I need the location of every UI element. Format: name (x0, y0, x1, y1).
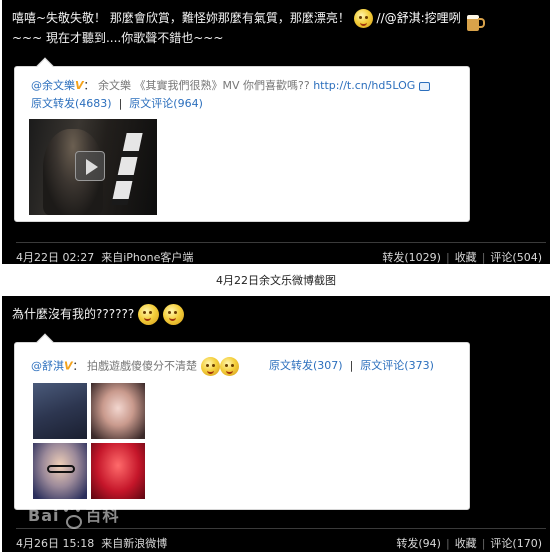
video-thumbnail[interactable] (29, 119, 157, 215)
play-icon[interactable] (75, 151, 105, 181)
quote-1-text: 余文樂 《其實我們很熟》MV 你們喜歡嗎?? (98, 79, 310, 92)
pout-emoji-icon (162, 304, 184, 325)
post-2-text-content: 為什麼沒有我的?????? (12, 307, 135, 321)
favorite-button[interactable]: 收藏 (455, 251, 477, 264)
post-1-footer: 4月22日 02:27 来自iPhone客户端 转发(1029) | 收藏 | 评论(5… (16, 242, 546, 265)
post-1-source[interactable]: 来自iPhone客户端 (101, 251, 193, 264)
quote-2-author[interactable]: @舒淇 (31, 360, 64, 373)
post-1-mention[interactable]: //@舒淇:挖哩咧 (377, 11, 461, 25)
beer-mug-icon (465, 10, 485, 31)
quote-2-comment-link[interactable]: 原文评论(373) (360, 359, 434, 372)
quote-1-repost-link[interactable]: 原文转发(4683) (31, 97, 112, 110)
comment-button[interactable]: 评论(170) (490, 537, 542, 550)
post-1-text-line2: ~~~ 現在才聽到....你歌聲不錯也~~~ (12, 31, 224, 45)
post-2-source[interactable]: 来自新浪微博 (101, 537, 167, 550)
quote-1-stats: 原文转发(4683) | 原文评论(964) (31, 97, 203, 110)
video-icon (418, 81, 430, 91)
post-2-time[interactable]: 15:18 (63, 537, 95, 550)
dizzy-emoji-icon (200, 357, 220, 376)
favorite-button[interactable]: 收藏 (455, 537, 477, 550)
post-2-footer: 4月26日 15:18 来自新浪微博 转发(94) | 收藏 | 评论(170) (16, 528, 546, 551)
quote-2-stats: 原文转发(307) | 原文评论(373) (269, 359, 434, 372)
post-2-quoted-post: @舒淇V： 拍戲遊戲傻傻分不清楚 原文转发(307) | 原文评论(373) (14, 333, 470, 510)
verified-badge-icon: V (75, 79, 84, 92)
post-2-date[interactable]: 4月26日 (16, 537, 59, 550)
repost-button[interactable]: 转发(1029) (382, 251, 441, 264)
post-1-meta: 4月22日 02:27 来自iPhone客户端 (16, 249, 193, 265)
photo-thumbnail[interactable] (91, 443, 145, 499)
image-caption: 4月22日余文乐微博截图 (216, 274, 336, 287)
post-1-date[interactable]: 4月22日 (16, 251, 59, 264)
photo-thumbnail[interactable] (91, 383, 145, 439)
quote-2-header: @舒淇V： 拍戲遊戲傻傻分不清楚 (31, 357, 239, 376)
post-1-actions: 转发(1029) | 收藏 | 评论(504) (382, 251, 542, 264)
quote-1-author[interactable]: @余文樂 (31, 79, 75, 92)
repost-button[interactable]: 转发(94) (396, 537, 441, 550)
comment-button[interactable]: 评论(504) (490, 251, 542, 264)
post-2-actions: 转发(94) | 收藏 | 评论(170) (396, 537, 542, 550)
post-1-quoted-post: @余文樂V： 余文樂 《其實我們很熟》MV 你們喜歡嗎?? http://t.c… (14, 57, 470, 222)
quote-1-comment-link[interactable]: 原文评论(964) (129, 97, 203, 110)
quote-1-link[interactable]: http://t.cn/hd5LOG (313, 79, 415, 92)
post-1-text-line1: 嘻嘻~失敬失敬！ 那麼會欣賞，難怪妳那麼有氣質，那麼漂亮！ (12, 11, 350, 25)
photo-thumbnail[interactable] (33, 383, 87, 439)
quote-2-repost-link[interactable]: 原文转发(307) (269, 359, 343, 372)
post-2-text: 為什麼沒有我的?????? (12, 304, 184, 325)
dizzy-emoji-icon (219, 357, 239, 376)
pout-emoji-icon (138, 304, 160, 325)
grin-emoji-icon (353, 9, 373, 28)
post-2-meta: 4月26日 15:18 来自新浪微博 (16, 535, 167, 551)
baidu-paw-icon (61, 506, 83, 529)
photo-thumbnail[interactable] (33, 443, 87, 499)
verified-badge-icon: V (64, 359, 73, 373)
baidu-watermark: Bai 百科 (28, 506, 120, 529)
post-1-text: 嘻嘻~失敬失敬！ 那麼會欣賞，難怪妳那麼有氣質，那麼漂亮！ //@舒淇:挖哩咧 … (12, 8, 485, 48)
quote-2-text: 拍戲遊戲傻傻分不清楚 (87, 359, 198, 373)
weibo-post-1: 嘻嘻~失敬失敬！ 那麼會欣賞，難怪妳那麼有氣質，那麼漂亮！ //@舒淇:挖哩咧 … (2, 0, 550, 264)
quote-1-header: @余文樂V： 余文樂 《其實我們很熟》MV 你們喜歡嗎?? http://t.c… (31, 77, 430, 93)
post-1-time[interactable]: 02:27 (63, 251, 95, 264)
